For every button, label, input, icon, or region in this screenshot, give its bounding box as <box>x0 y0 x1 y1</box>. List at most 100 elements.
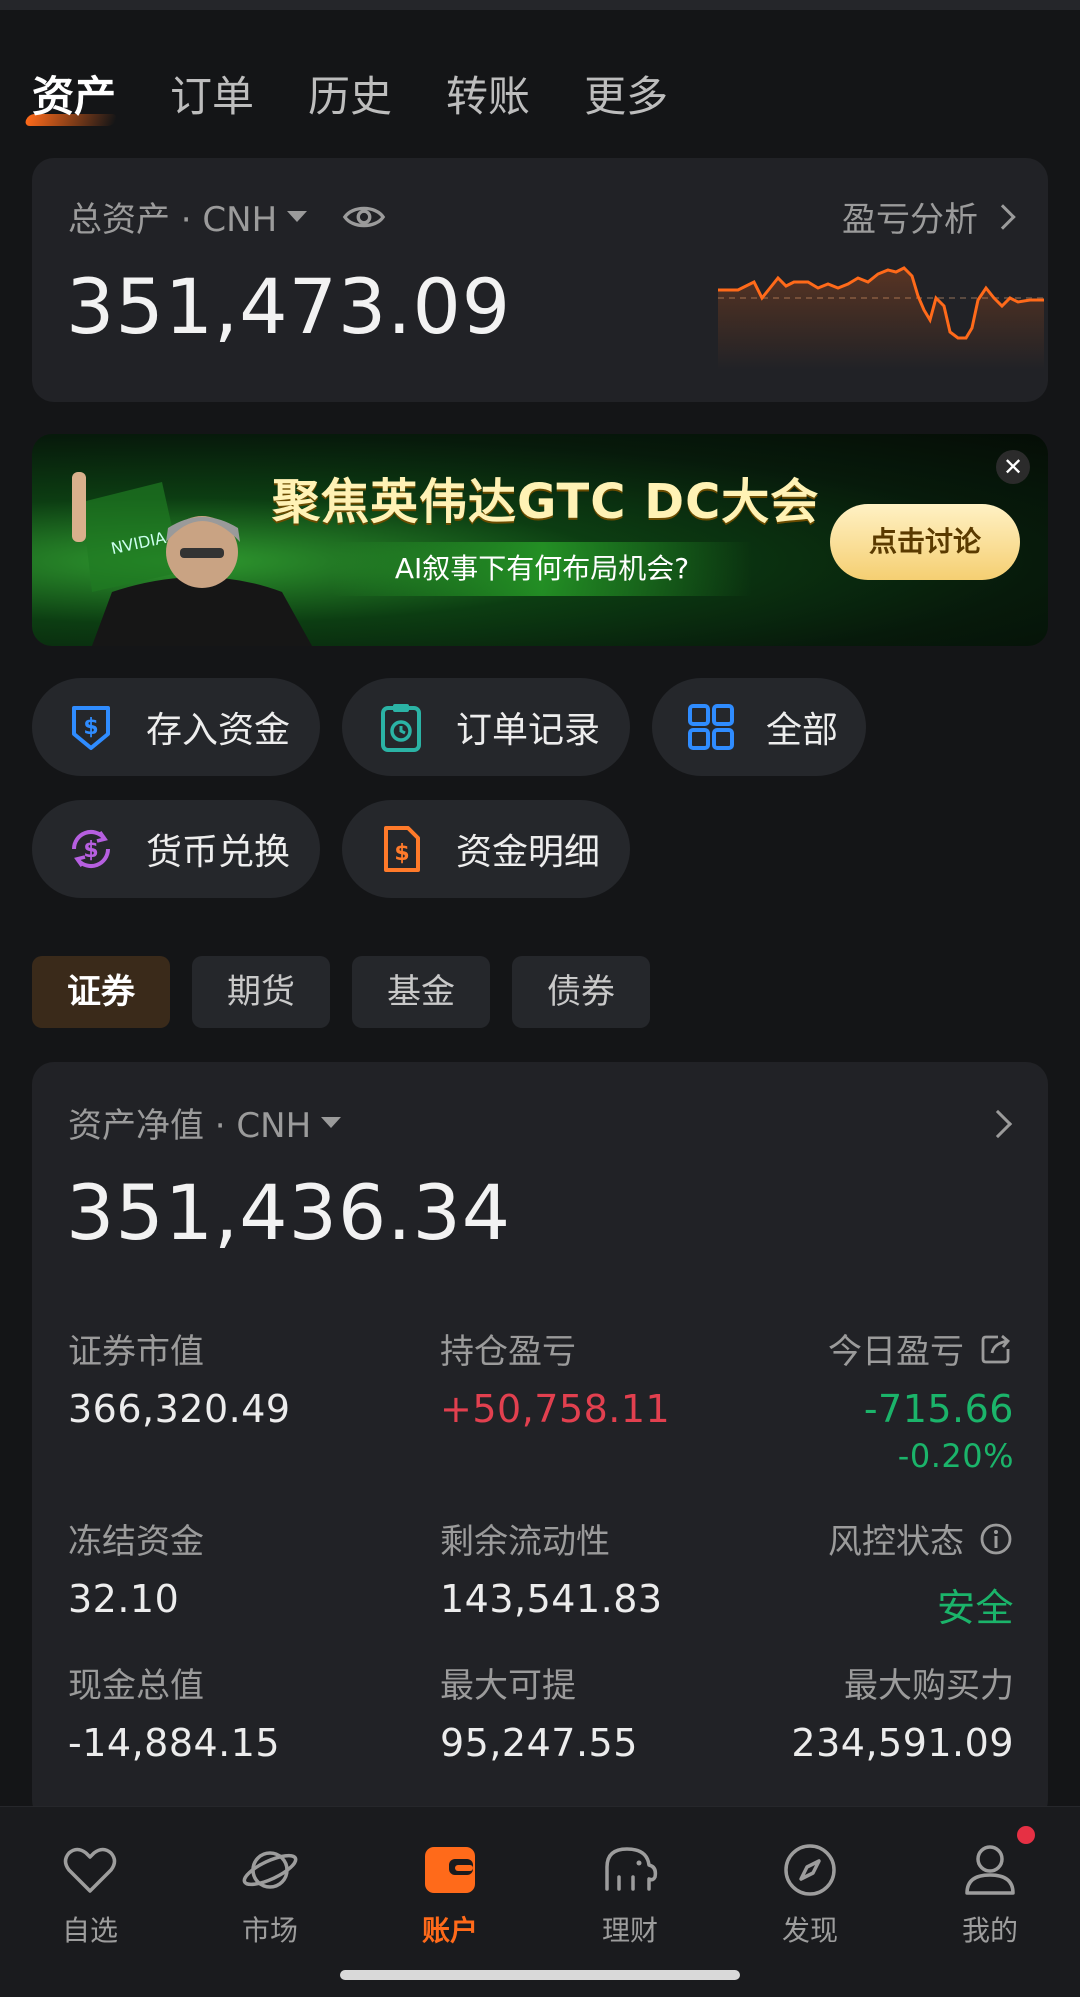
currency-exchange-label: 货币兑换 <box>146 832 291 873</box>
svg-text:$: $ <box>83 838 98 863</box>
planet-icon <box>242 1851 298 1889</box>
currency-exchange-button[interactable]: $ 货币兑换 <box>32 800 320 898</box>
metric-percent: -0.20% <box>897 1437 1014 1475</box>
banner-subtitle: AI叙事下有何布局机会? <box>332 542 752 596</box>
segment-bonds[interactable]: 债券 <box>512 956 650 1028</box>
all-functions-label: 全部 <box>766 710 839 751</box>
metric-label: 持仓盈亏 <box>440 1332 576 1372</box>
order-record-icon <box>381 704 421 752</box>
elephant-icon <box>605 1847 658 1891</box>
promo-banner[interactable]: NVIDIA 聚焦英伟达GTC DC大会 AI叙事下有何布局机会? 点击讨论 ✕ <box>32 434 1048 646</box>
metric-remaining-liquidity: 剩余流动性 143,541.83 <box>440 1514 663 1621</box>
nav-discover[interactable]: 发现 <box>740 1839 880 1949</box>
tab-assets[interactable]: 资产 <box>32 62 116 132</box>
home-indicator[interactable] <box>340 1970 740 1980</box>
nav-label: 我的 <box>961 1914 1018 1947</box>
metric-label: 剩余流动性 <box>440 1522 610 1562</box>
caret-down-icon <box>321 1117 342 1128</box>
svg-text:$: $ <box>394 841 409 866</box>
deposit-icon: $ <box>72 706 110 750</box>
metric-value: 安全 <box>936 1586 1014 1630</box>
fund-detail-button[interactable]: $ 资金明细 <box>342 800 630 898</box>
fund-detail-icon: $ <box>384 826 420 872</box>
caret-down-icon <box>287 211 308 222</box>
heart-icon <box>63 1847 117 1893</box>
metric-value: +50,758.11 <box>440 1387 671 1431</box>
net-asset-label: 资产净值 · CNH <box>68 1106 312 1146</box>
metric-label: 现金总值 <box>68 1666 204 1706</box>
metric-value: 234,591.09 <box>791 1721 1014 1765</box>
share-icon[interactable] <box>978 1331 1014 1367</box>
nav-watchlist[interactable]: 自选 <box>20 1839 160 1949</box>
nav-wealth[interactable]: 理财 <box>560 1839 700 1949</box>
tab-history[interactable]: 历史 <box>308 62 392 132</box>
metric-value: -14,884.15 <box>68 1721 281 1765</box>
metric-total-cash: 现金总值 -14,884.15 <box>68 1658 280 1765</box>
total-assets-value: 351,473.09 <box>66 262 512 351</box>
fund-detail-label: 资金明细 <box>456 832 601 873</box>
metric-max-withdrawable: 最大可提 95,247.55 <box>440 1658 638 1765</box>
nav-profile[interactable]: 我的 <box>920 1839 1060 1949</box>
net-asset-card[interactable]: 资产净值 · CNH 351,436.34 证券市值 366,320.49 持仓… <box>32 1062 1048 1822</box>
user-icon <box>965 1845 1015 1895</box>
metric-value: 143,541.83 <box>440 1577 663 1621</box>
deposit-label: 存入资金 <box>146 710 291 751</box>
top-tabs: 资产 订单 历史 转账 更多 <box>32 62 722 132</box>
currency-exchange-icon: $ <box>71 829 111 869</box>
grid-icon <box>688 704 734 750</box>
metric-position-pnl: 持仓盈亏 +50,758.11 <box>440 1324 670 1431</box>
all-functions-button[interactable]: 全部 <box>652 678 866 776</box>
svg-text:$: $ <box>83 715 98 740</box>
nav-market[interactable]: 市场 <box>200 1839 340 1949</box>
bottom-nav: 自选 市场 账户 理财 发现 我的 <box>0 1806 1080 1997</box>
nav-account[interactable]: 账户 <box>380 1839 520 1949</box>
nav-label: 账户 <box>421 1914 478 1947</box>
segment-funds[interactable]: 基金 <box>352 956 490 1028</box>
metric-label: 风控状态 <box>828 1522 964 1562</box>
asset-sparkline[interactable] <box>718 258 1044 370</box>
metric-risk-status: 风控状态 安全 <box>828 1514 1014 1632</box>
wallet-icon <box>425 1847 475 1893</box>
metric-value: 32.10 <box>68 1577 180 1621</box>
metric-label-row: 风控状态 <box>828 1514 1014 1563</box>
metric-frozen-funds: 冻结资金 32.10 <box>68 1514 204 1621</box>
nav-label: 理财 <box>601 1914 658 1947</box>
metric-max-buying-power: 最大购买力 234,591.09 <box>791 1658 1014 1765</box>
deposit-button[interactable]: $ 存入资金 <box>32 678 320 776</box>
pnl-analysis-link[interactable]: 盈亏分析 <box>842 192 1016 241</box>
tab-orders[interactable]: 订单 <box>170 62 254 132</box>
nav-label: 自选 <box>61 1914 118 1947</box>
tab-transfer[interactable]: 转账 <box>446 62 530 132</box>
chevron-right-icon <box>990 203 1016 230</box>
metric-today-pnl: 今日盈亏 -715.66 -0.20% <box>828 1324 1014 1475</box>
total-assets-currency-selector[interactable]: 总资产 · CNH <box>68 192 387 241</box>
metric-label: 最大购买力 <box>844 1666 1014 1706</box>
nav-label: 市场 <box>241 1914 298 1947</box>
compass-icon <box>784 1844 836 1896</box>
metric-label: 证券市值 <box>68 1332 204 1372</box>
total-assets-label: 总资产 · CNH <box>68 200 278 240</box>
order-record-button[interactable]: 订单记录 <box>342 678 630 776</box>
tab-more[interactable]: 更多 <box>584 62 668 132</box>
metric-value: 95,247.55 <box>440 1721 638 1765</box>
net-asset-currency-selector[interactable]: 资产净值 · CNH <box>68 1098 342 1147</box>
metric-value: 366,320.49 <box>68 1387 291 1431</box>
segment-securities[interactable]: 证券 <box>32 956 170 1028</box>
metric-value: -715.66 <box>863 1387 1014 1431</box>
order-record-label: 订单记录 <box>456 710 601 751</box>
metric-label: 冻结资金 <box>68 1522 204 1562</box>
metric-securities-market-value: 证券市值 366,320.49 <box>68 1324 291 1431</box>
banner-title: 聚焦英伟达GTC DC大会 <box>272 474 820 530</box>
pnl-analysis-label: 盈亏分析 <box>842 200 978 240</box>
nav-label: 发现 <box>781 1914 838 1947</box>
info-icon[interactable] <box>978 1521 1014 1557</box>
status-bar <box>0 0 1080 10</box>
eye-icon[interactable] <box>341 194 387 240</box>
total-assets-card: 总资产 · CNH 盈亏分析 351,473.09 <box>32 158 1048 402</box>
segment-futures[interactable]: 期货 <box>192 956 330 1028</box>
chevron-right-icon[interactable] <box>983 1109 1013 1139</box>
banner-discuss-button[interactable]: 点击讨论 <box>830 504 1020 580</box>
close-icon[interactable]: ✕ <box>996 450 1030 484</box>
metric-label: 最大可提 <box>440 1666 576 1706</box>
metric-label-row: 今日盈亏 <box>828 1324 1014 1373</box>
